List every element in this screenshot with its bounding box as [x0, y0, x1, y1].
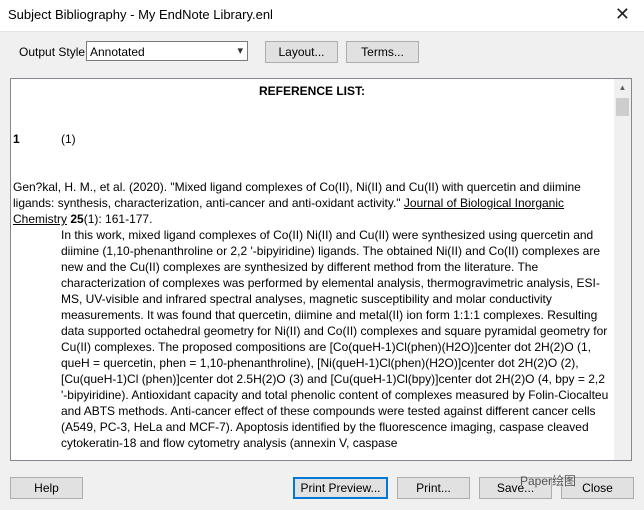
scroll-up-icon[interactable]: ▲	[614, 79, 631, 96]
window-title: Subject Bibliography - My EndNote Librar…	[8, 7, 273, 22]
output-style-select[interactable]: Annotated ▾	[86, 41, 248, 61]
abstract-text: In this work, mixed ligand complexes of …	[61, 228, 609, 450]
scrollbar-thumb[interactable]	[616, 98, 629, 116]
citation-issue-pages: (1): 161-177.	[83, 212, 153, 226]
reference-id: (1)	[61, 132, 76, 146]
help-button[interactable]: Help	[10, 477, 83, 499]
chevron-down-icon[interactable]: ▾	[237, 44, 243, 57]
watermark: Paper绘图	[520, 474, 577, 488]
reference-list-heading: REFERENCE LIST:	[258, 84, 365, 98]
output-style-value: Annotated	[90, 45, 145, 59]
print-button[interactable]: Print...	[397, 477, 470, 499]
citation-volume: 25	[70, 212, 84, 226]
layout-button[interactable]: Layout...	[265, 41, 338, 63]
terms-button[interactable]: Terms...	[346, 41, 419, 63]
vertical-scrollbar[interactable]: ▲	[614, 79, 631, 460]
title-bar: Subject Bibliography - My EndNote Librar…	[0, 0, 644, 32]
close-icon[interactable]: ✕	[615, 4, 630, 24]
citation: Gen?kal, H. M., et al. (2020). "Mixed li…	[13, 179, 611, 227]
print-preview-button[interactable]: Print Preview...	[293, 477, 388, 499]
bibliography-text-pane[interactable]: REFERENCE LIST: 1 (1) Gen?kal, H. M., et…	[10, 78, 632, 461]
output-style-label: Output Style:	[19, 45, 89, 59]
reference-number: 1	[13, 132, 20, 146]
